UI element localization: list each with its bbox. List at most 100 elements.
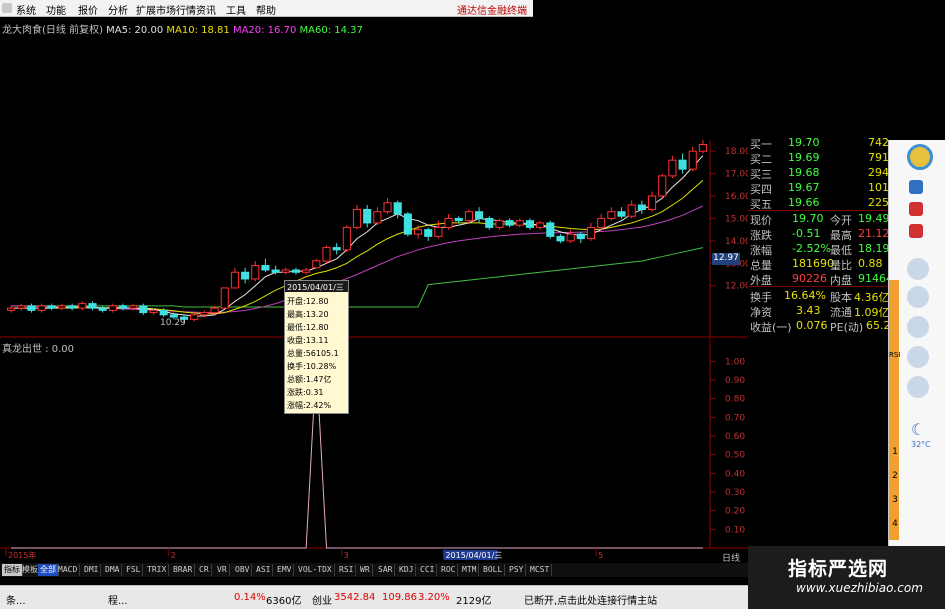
indicator-tab[interactable]: VOL-TDX <box>296 564 335 576</box>
date-tick-label: 2015年 <box>8 550 36 560</box>
quote-value: 19.70 <box>792 212 824 225</box>
indicator-tab[interactable]: EMV <box>275 564 295 576</box>
candle-body <box>261 265 270 271</box>
indicator-tab[interactable]: FSL <box>124 564 144 576</box>
indicator-tab[interactable]: DMI <box>82 564 102 576</box>
palette-icon[interactable] <box>907 286 929 308</box>
indicator-tab[interactable]: SAR <box>376 564 396 576</box>
menu-item-analysis[interactable]: 分析 <box>108 2 128 17</box>
quote-label: 最低 <box>830 244 852 257</box>
connection-status[interactable]: 已断开,点击此处连接行情主站 <box>524 592 657 607</box>
chinext-label: 创业 <box>312 596 332 607</box>
quote-label: 最高 <box>830 229 852 242</box>
indicator-tab[interactable]: OBV <box>233 564 253 576</box>
indicator-tab[interactable]: KDJ <box>397 564 417 576</box>
taskbar-app-1[interactable]: 条... <box>6 592 26 607</box>
ma5-value: MA5: 20.00 <box>106 25 164 36</box>
candle-body <box>332 247 341 251</box>
digit-key[interactable]: 4 <box>889 512 901 536</box>
indicator-tab[interactable]: MTM <box>460 564 480 576</box>
quote-value: 16.64% <box>784 289 826 302</box>
indicator-tick-label: 0.80 <box>725 395 745 405</box>
candle-body <box>210 307 219 314</box>
indicator-tab[interactable]: RSI <box>337 564 357 576</box>
menu-item-quote[interactable]: 报价 <box>78 2 98 17</box>
indicator-tab[interactable]: PSY <box>507 564 527 576</box>
indicator-tab[interactable]: TRIX <box>145 564 170 576</box>
candle-body <box>220 287 229 309</box>
candle-body <box>342 226 351 251</box>
indicator-tab[interactable]: VR <box>215 564 230 576</box>
palette-icon[interactable] <box>907 376 929 398</box>
candle-body <box>647 195 657 210</box>
indicator-tab[interactable]: ASI <box>254 564 274 576</box>
tooltip-low: 最低:12.80 <box>287 323 329 332</box>
candle-body <box>312 260 321 269</box>
tooltip-open: 开盘:12.80 <box>287 297 329 306</box>
menu-item-tools[interactable]: 工具 <box>226 2 246 17</box>
digit-rail: 1 2 3 4 <box>889 440 901 536</box>
candle-body <box>627 204 636 217</box>
candle-body <box>505 220 514 226</box>
menu-item-news[interactable]: 资讯 <box>196 2 216 17</box>
indicator-tick-label: 0.50 <box>725 451 745 461</box>
quote-value: 3.43 <box>796 304 821 317</box>
alert-tool-icon[interactable] <box>909 202 923 216</box>
bid-label: 买四 <box>750 183 772 196</box>
chart-title-line: 龙大肉食(日线 前复权) MA5: 20.00 MA10: 18.81 MA20… <box>2 21 363 36</box>
indicator-tab[interactable]: MCST <box>528 564 553 576</box>
indicator-label: 真龙出世 : 0.00 <box>2 344 74 355</box>
watermark-title: 指标严选网 <box>788 558 889 580</box>
digit-key[interactable]: 3 <box>889 488 901 512</box>
taskbar-app-2[interactable]: 程... <box>108 592 128 607</box>
indicator-tick-label: 0.10 <box>725 525 745 535</box>
indicator-line <box>11 361 703 549</box>
stock-name: 龙大肉食(日线 前复权) <box>2 25 103 36</box>
menu-item-system[interactable]: 系统 <box>16 2 36 17</box>
quote-value: -2.52% <box>792 242 831 255</box>
menu-item-function[interactable]: 功能 <box>46 2 66 17</box>
quote-label: 换手 <box>750 291 772 304</box>
quote-value: 4.36亿 <box>854 291 890 304</box>
palette-icon[interactable] <box>907 258 929 280</box>
ma5-line <box>11 155 704 317</box>
digit-key[interactable]: 1 <box>889 440 901 464</box>
indicator-tab[interactable]: WR <box>358 564 373 576</box>
indicator-tab[interactable]: ROC <box>439 564 459 576</box>
candle-body <box>57 305 67 309</box>
candle-body <box>118 305 128 309</box>
candle-body <box>617 211 626 217</box>
candle-body <box>576 233 585 240</box>
palette-icon[interactable] <box>907 346 929 368</box>
terminal-brand-link[interactable]: 通达信金融终端 <box>457 2 527 17</box>
candle-body <box>230 271 239 289</box>
tooltip-date: 2015/04/01/三 <box>287 283 344 292</box>
indicator-tab[interactable]: MACD <box>56 564 81 576</box>
indicator-tabs: 指标 模板 全部 MACD DMI DMA FSL TRIX BRAR CR VR OBV ASI EMV… <box>0 563 748 577</box>
weather-temp: 32°C <box>911 440 931 449</box>
tooltip-amount: 总额:1.47亿 <box>287 375 332 384</box>
indicator-tab[interactable]: BOLL <box>481 564 506 576</box>
browser-icon[interactable] <box>907 144 933 170</box>
palette-icon[interactable] <box>907 316 929 338</box>
indicator-tab[interactable]: CR <box>197 564 212 576</box>
quote-label: 今开 <box>830 214 852 227</box>
indicator-tab[interactable]: CCI <box>418 564 438 576</box>
indicator-tab[interactable]: BRAR <box>171 564 196 576</box>
chart-tool-icon[interactable] <box>909 180 923 194</box>
chinext-value: 3542.84 <box>334 592 376 603</box>
digit-key[interactable]: 2 <box>889 464 901 488</box>
quote-value: 19.49 <box>858 212 890 225</box>
date-highlight <box>443 550 498 560</box>
menu-item-help[interactable]: 帮助 <box>256 2 276 17</box>
indicator-tab[interactable]: DMA <box>103 564 123 576</box>
candle-body <box>98 307 107 311</box>
bid-label: 买三 <box>750 168 772 181</box>
menu-item-extended-market[interactable]: 扩展市场行情 <box>136 2 196 17</box>
indicator-tick-label: 0.90 <box>725 376 745 386</box>
bid-volume: 791 <box>868 151 889 164</box>
monitor-tool-icon[interactable] <box>909 224 923 238</box>
candle-body <box>190 314 199 320</box>
bid-price: 19.67 <box>788 181 820 194</box>
tooltip-pct: 涨幅:2.42% <box>287 401 332 410</box>
